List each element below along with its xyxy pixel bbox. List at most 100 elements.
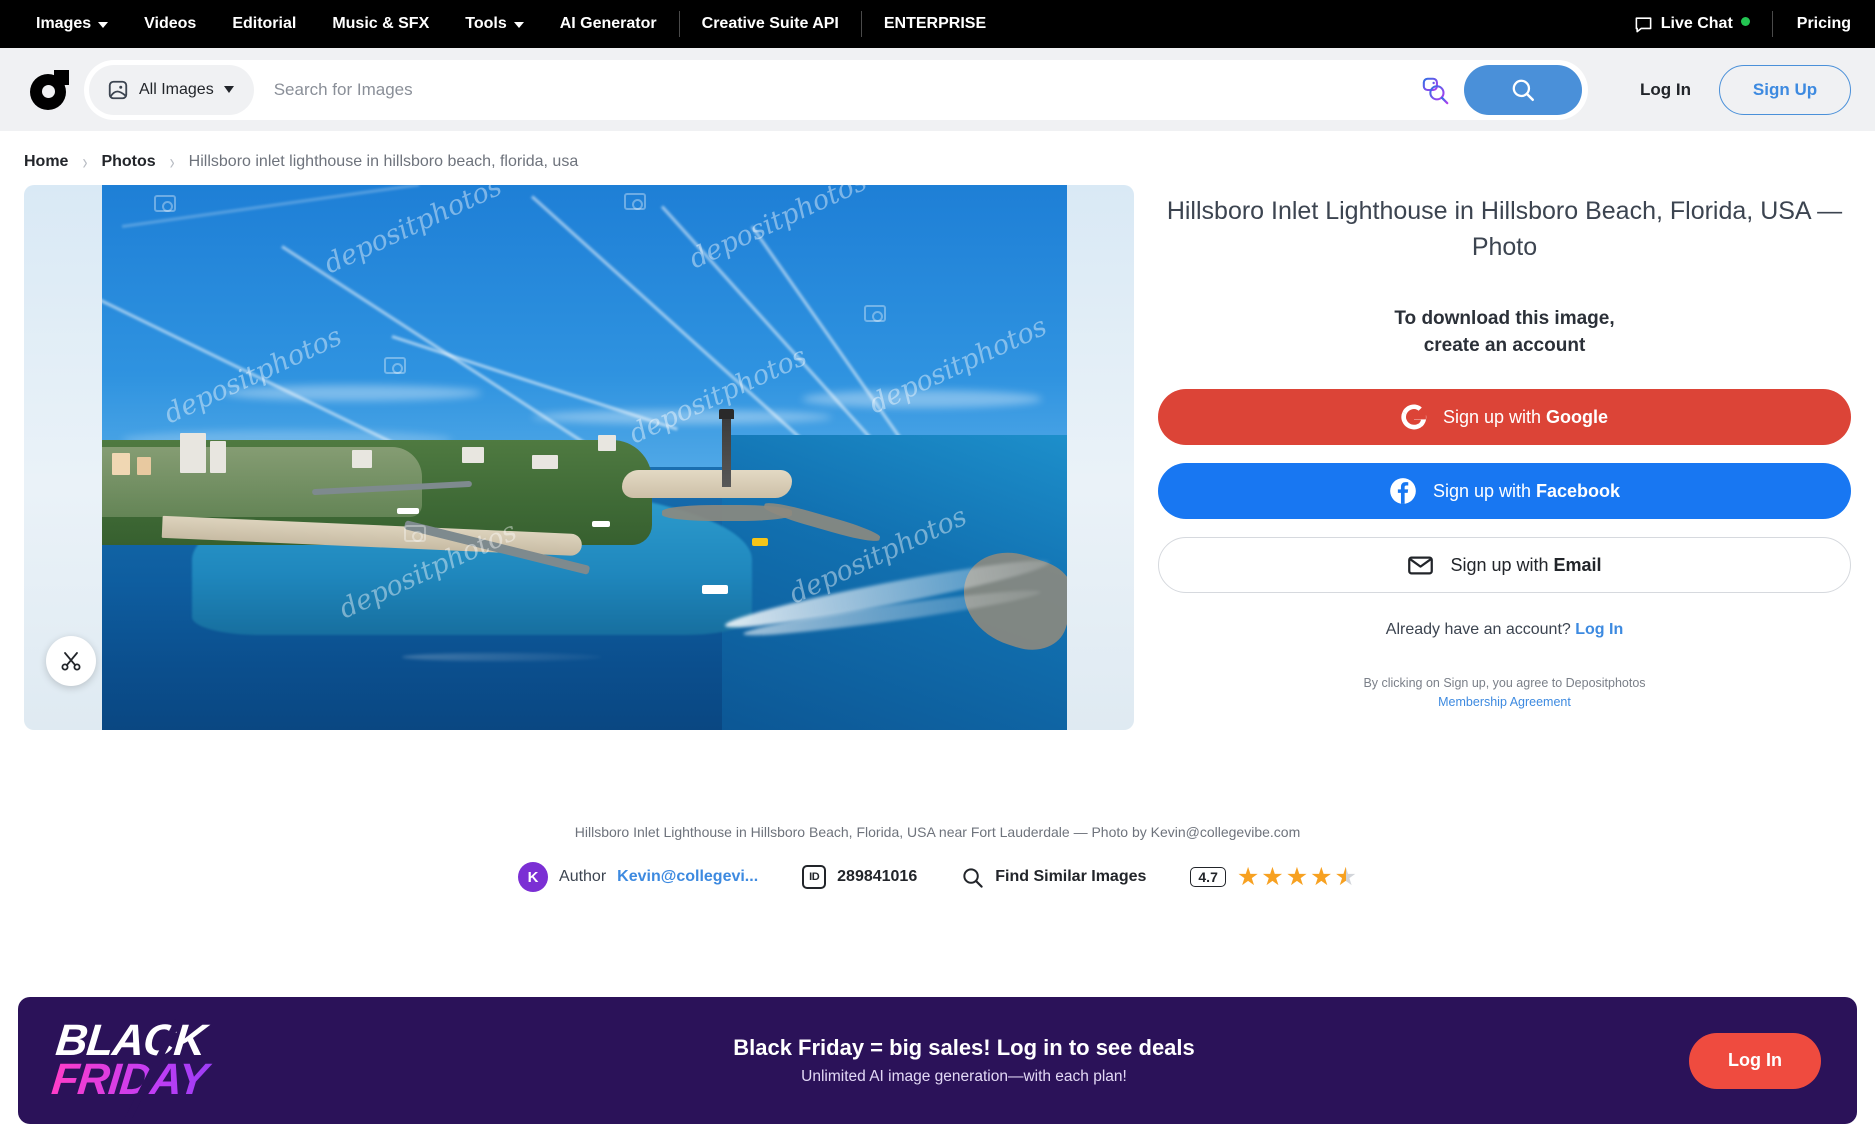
signup-email-label: Sign up with Email	[1450, 554, 1602, 575]
avatar: K	[518, 862, 549, 892]
breadcrumb-current: Hillsboro inlet lighthouse in hillsboro …	[188, 153, 579, 170]
category-label: All Images	[139, 80, 214, 98]
live-chat-button[interactable]: Live Chat	[1634, 15, 1768, 34]
star-half-icon: ★	[1334, 862, 1357, 891]
find-similar-images-button[interactable]: Find Similar Images	[961, 866, 1146, 889]
search-bar: All Images	[84, 59, 1589, 120]
asset-id: ID 289841016	[802, 865, 917, 889]
nav-item-label: Tools	[465, 15, 507, 32]
breadcrumb: Home › Photos › Hillsboro inlet lighthou…	[0, 131, 1875, 185]
nav-item-label: Creative Suite API	[701, 15, 839, 32]
star-icon: ★	[1261, 862, 1284, 891]
photo-boat	[592, 521, 610, 527]
chat-bubble-icon	[1635, 16, 1652, 32]
header-signup-button[interactable]: Sign Up	[1719, 64, 1851, 115]
depositphotos-logo[interactable]	[24, 64, 76, 116]
chevron-down-icon	[513, 22, 524, 28]
nav-item-ai-generator[interactable]: AI Generator	[542, 0, 675, 48]
search-header: All Images Search for Images Log In Sign…	[0, 48, 1875, 131]
search-icon	[1512, 79, 1535, 101]
nav-item-editorial[interactable]: Editorial	[214, 0, 314, 48]
download-prompt-line2: create an account	[1423, 335, 1586, 356]
online-status-dot	[1740, 16, 1750, 26]
nav-item-label: ENTERPRISE	[883, 15, 987, 32]
breadcrumb-separator-icon: ›	[169, 150, 175, 174]
rating: 4.7 ★ ★ ★ ★ ★	[1190, 862, 1357, 891]
star-rating-icons: ★ ★ ★ ★ ★	[1236, 862, 1357, 891]
banner-subline: Unlimited AI image generation—with each …	[801, 1068, 1127, 1085]
banner-headline: Black Friday = big sales! Log in to see …	[733, 1035, 1195, 1060]
star-icon: ★	[1236, 862, 1260, 891]
asset-meta-row: K Author Kevin@collegevi... ID 289841016…	[0, 862, 1875, 892]
search-submit-button[interactable]	[1464, 64, 1583, 115]
photo-preview-panel: depositphotos depositphotos depositphoto…	[24, 185, 1134, 730]
visual-search-button[interactable]	[1414, 68, 1458, 112]
envelope-icon	[1408, 556, 1434, 574]
google-icon	[1401, 404, 1427, 430]
category-dropdown[interactable]: All Images	[89, 64, 254, 115]
page-title: Hillsboro Inlet Lighthouse in Hillsboro …	[1166, 197, 1843, 261]
photo-speedboat	[702, 585, 728, 594]
image-icon	[108, 80, 128, 99]
photo-sand-point	[622, 470, 792, 498]
top-navigation-bar: Images Videos Editorial Music & SFX Tool…	[0, 0, 1875, 48]
search-input[interactable]	[253, 79, 1415, 100]
top-nav-right: Live Chat Pricing	[1634, 11, 1851, 37]
signup-google-label: Sign up with Google	[1442, 406, 1609, 427]
photo-lighthouse	[722, 415, 731, 487]
author-info[interactable]: K Author Kevin@collegevi...	[518, 862, 758, 892]
author-link[interactable]: Kevin@collegevi...	[617, 868, 758, 886]
chevron-down-icon	[98, 22, 109, 28]
already-have-account-text: Already have an account?	[1385, 621, 1571, 638]
photo-lighthouse-lantern	[719, 409, 734, 419]
already-have-account: Already have an account? Log In	[1158, 621, 1851, 639]
nav-divider	[1771, 11, 1773, 37]
download-prompt-line1: To download this image,	[1394, 308, 1615, 329]
photo-yellow-boat	[752, 538, 768, 546]
download-prompt: To download this image, create an accoun…	[1158, 305, 1851, 359]
nav-item-creative-suite-api[interactable]: Creative Suite API	[684, 0, 857, 48]
header-login-link[interactable]: Log In	[1612, 80, 1719, 100]
author-label: Author	[559, 868, 607, 885]
photo-image[interactable]: depositphotos depositphotos depositphoto…	[102, 185, 1067, 730]
nav-item-label: Music & SFX	[332, 15, 430, 32]
terms-text: By clicking on Sign up, you agree to Dep…	[1158, 674, 1851, 712]
nav-item-tools[interactable]: Tools	[447, 0, 541, 48]
crop-tool-button[interactable]	[46, 636, 96, 686]
breadcrumb-separator-icon: ›	[82, 150, 88, 174]
nav-item-images[interactable]: Images	[24, 0, 126, 48]
photo-caption: Hillsboro Inlet Lighthouse in Hillsboro …	[574, 824, 1301, 840]
nav-item-label: AI Generator	[559, 15, 657, 32]
breadcrumb-home[interactable]: Home	[24, 153, 68, 171]
star-icon: ★	[1285, 862, 1309, 891]
chevron-down-icon	[223, 86, 234, 93]
banner-message: Black Friday = big sales! Log in to see …	[239, 1035, 1689, 1086]
visual-search-icon	[1422, 77, 1449, 104]
nav-item-label: Editorial	[232, 15, 297, 32]
sidebar-login-link[interactable]: Log In	[1575, 621, 1623, 638]
signup-facebook-button[interactable]: Sign up with Facebook	[1158, 463, 1851, 519]
signup-email-button[interactable]: Sign up with Email	[1158, 537, 1851, 593]
terms-static-text: By clicking on Sign up, you agree to Dep…	[1363, 676, 1646, 690]
nav-divider	[678, 11, 680, 37]
signup-sidebar: Hillsboro Inlet Lighthouse in Hillsboro …	[1158, 185, 1851, 810]
id-badge-icon: ID	[802, 865, 827, 889]
black-friday-banner: BLACK FRIDAY Black Friday = big sales! L…	[18, 997, 1857, 1124]
membership-agreement-link[interactable]: Membership Agreement	[1438, 695, 1571, 709]
black-friday-logo: BLACK FRIDAY	[49, 1016, 243, 1124]
nav-item-music-sfx[interactable]: Music & SFX	[314, 0, 447, 48]
rating-value: 4.7	[1190, 867, 1226, 887]
search-icon	[963, 867, 983, 888]
nav-item-enterprise[interactable]: ENTERPRISE	[866, 0, 1004, 48]
nav-item-label: Images	[36, 15, 92, 32]
signup-google-button[interactable]: Sign up with Google	[1158, 389, 1851, 445]
scissors-icon	[61, 652, 81, 671]
facebook-icon	[1390, 478, 1416, 504]
star-icon: ★	[1310, 862, 1333, 891]
breadcrumb-photos[interactable]: Photos	[101, 153, 155, 171]
pricing-link[interactable]: Pricing	[1777, 15, 1851, 33]
logo-square-shape	[54, 69, 69, 85]
nav-item-videos[interactable]: Videos	[126, 0, 214, 48]
find-similar-label: Find Similar Images	[995, 868, 1147, 885]
banner-login-button[interactable]: Log In	[1689, 1032, 1821, 1089]
